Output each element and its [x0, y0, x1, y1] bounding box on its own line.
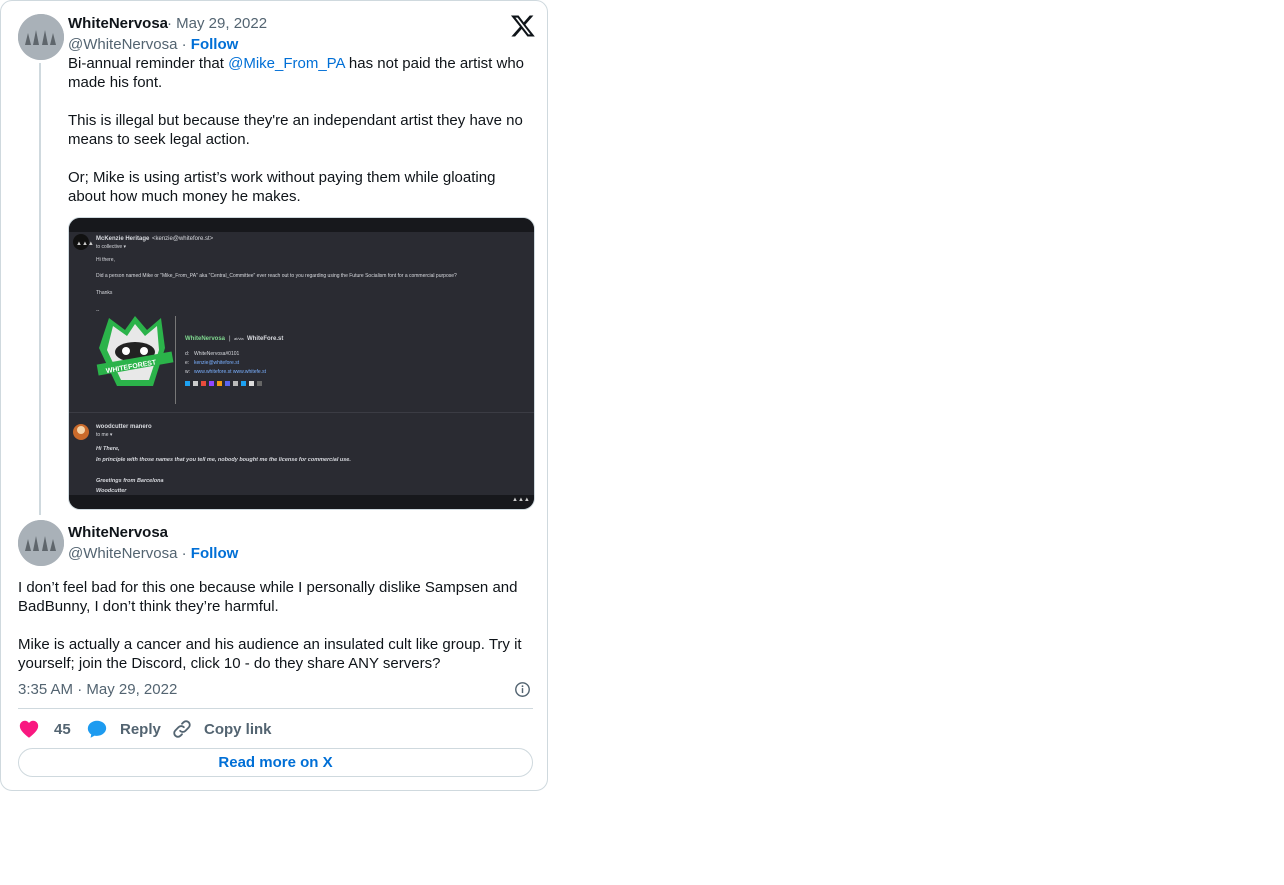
- email-thanks: Thanks: [96, 290, 113, 296]
- tweet-time[interactable]: 3:35 AM: [18, 681, 73, 698]
- author-name[interactable]: WhiteNervosa: [68, 524, 168, 542]
- sig-email: kenzie@whitefore.st: [194, 360, 240, 366]
- sig-company: WhiteFore.st: [247, 336, 283, 342]
- separator-dot: ·: [181, 36, 191, 53]
- avatar[interactable]: [18, 520, 64, 566]
- info-icon[interactable]: [514, 681, 531, 698]
- email-to-2: to me ▾: [96, 432, 113, 438]
- author-name[interactable]: WhiteNervosa: [68, 15, 168, 33]
- email-screenshot: ▲▲▲ McKenzie Heritage <kenzie@whitefore.…: [69, 218, 534, 509]
- sig-website: www.whitefore.st www.whitefe.st: [194, 369, 267, 375]
- author-handle[interactable]: @WhiteNervosa: [68, 545, 177, 562]
- handle-row: @WhiteNervosa · Follow: [68, 545, 238, 563]
- read-more-button[interactable]: Read more on X: [18, 748, 533, 777]
- handle-row: @WhiteNervosa · Follow: [68, 36, 238, 54]
- reply-button[interactable]: Reply: [85, 718, 161, 740]
- tweet-text-pre: Bi-annual reminder that: [68, 55, 229, 72]
- copy-link-button[interactable]: Copy link: [171, 718, 272, 740]
- avatar-logo-icon: [18, 520, 64, 566]
- link-icon: [173, 720, 191, 738]
- tweet-date[interactable]: May 29, 2022: [86, 681, 177, 698]
- thread-connector-line: [39, 63, 41, 515]
- tweet-date[interactable]: · May 29, 2022: [167, 15, 267, 33]
- watermark-logo-icon: ▲▲▲: [512, 497, 530, 503]
- svg-text:▲▲▲: ▲▲▲: [76, 241, 94, 247]
- sig-discord: WhiteNervosa#0101: [194, 351, 240, 357]
- email-sender-1-address: <kenzie@whitefore.st>: [152, 236, 214, 242]
- separator-dot: ·: [77, 681, 87, 698]
- email-to-1: to collective ▾: [96, 244, 127, 250]
- copy-link-label: Copy link: [204, 720, 272, 738]
- avatar-logo-icon: [18, 14, 64, 60]
- tweet-media-image[interactable]: ▲▲▲ McKenzie Heritage <kenzie@whitefore.…: [68, 217, 535, 510]
- sig-w-label: w:: [185, 369, 190, 375]
- tweet-text-post: has not paid the artist who made his fon…: [68, 55, 525, 205]
- like-button[interactable]: 45: [18, 718, 71, 740]
- tweet-date-text[interactable]: May 29, 2022: [176, 15, 267, 32]
- reply-greeting: Hi There,: [96, 446, 120, 452]
- main-tweet-text: I don’t feel bad for this one because wh…: [18, 579, 522, 672]
- x-logo-icon[interactable]: [510, 13, 536, 39]
- sig-d-label: d:: [185, 351, 189, 357]
- follow-button[interactable]: Follow: [191, 545, 239, 562]
- reply-signature: Woodcutter: [96, 488, 127, 494]
- author-handle[interactable]: @WhiteNervosa: [68, 36, 177, 53]
- sig-name: WhiteNervosa: [185, 336, 226, 342]
- tweet-text: Bi-annual reminder that @Mike_From_PA ha…: [68, 54, 536, 206]
- heart-icon: [19, 720, 39, 738]
- timestamp[interactable]: 3:35 AM · May 29, 2022: [18, 681, 177, 698]
- email-body: Did a person named Mike or "Mike_From_PA…: [96, 273, 457, 279]
- follow-button[interactable]: Follow: [191, 36, 239, 53]
- sig-at: at/via: [234, 336, 244, 341]
- avatar[interactable]: [18, 14, 64, 60]
- separator-dot: ·: [181, 545, 191, 562]
- reply-closing: Greetings from Barcelona: [96, 478, 164, 484]
- sig-e-label: e:: [185, 360, 189, 366]
- reply-body: In principle with those names that you t…: [96, 457, 351, 463]
- email-greeting: Hi there,: [96, 257, 115, 263]
- divider: [18, 708, 533, 709]
- like-count: 45: [54, 720, 71, 738]
- email-sig-dash: --: [96, 308, 100, 314]
- email-sender-1: McKenzie Heritage: [96, 236, 150, 242]
- mention-link[interactable]: @Mike_From_PA: [228, 55, 345, 72]
- embedded-tweet-card: WhiteNervosa · May 29, 2022 @WhiteNervos…: [0, 0, 548, 791]
- reply-bubble-icon: [87, 720, 107, 738]
- email-sender-2: woodcutter manero: [95, 424, 152, 430]
- reply-label: Reply: [120, 720, 161, 738]
